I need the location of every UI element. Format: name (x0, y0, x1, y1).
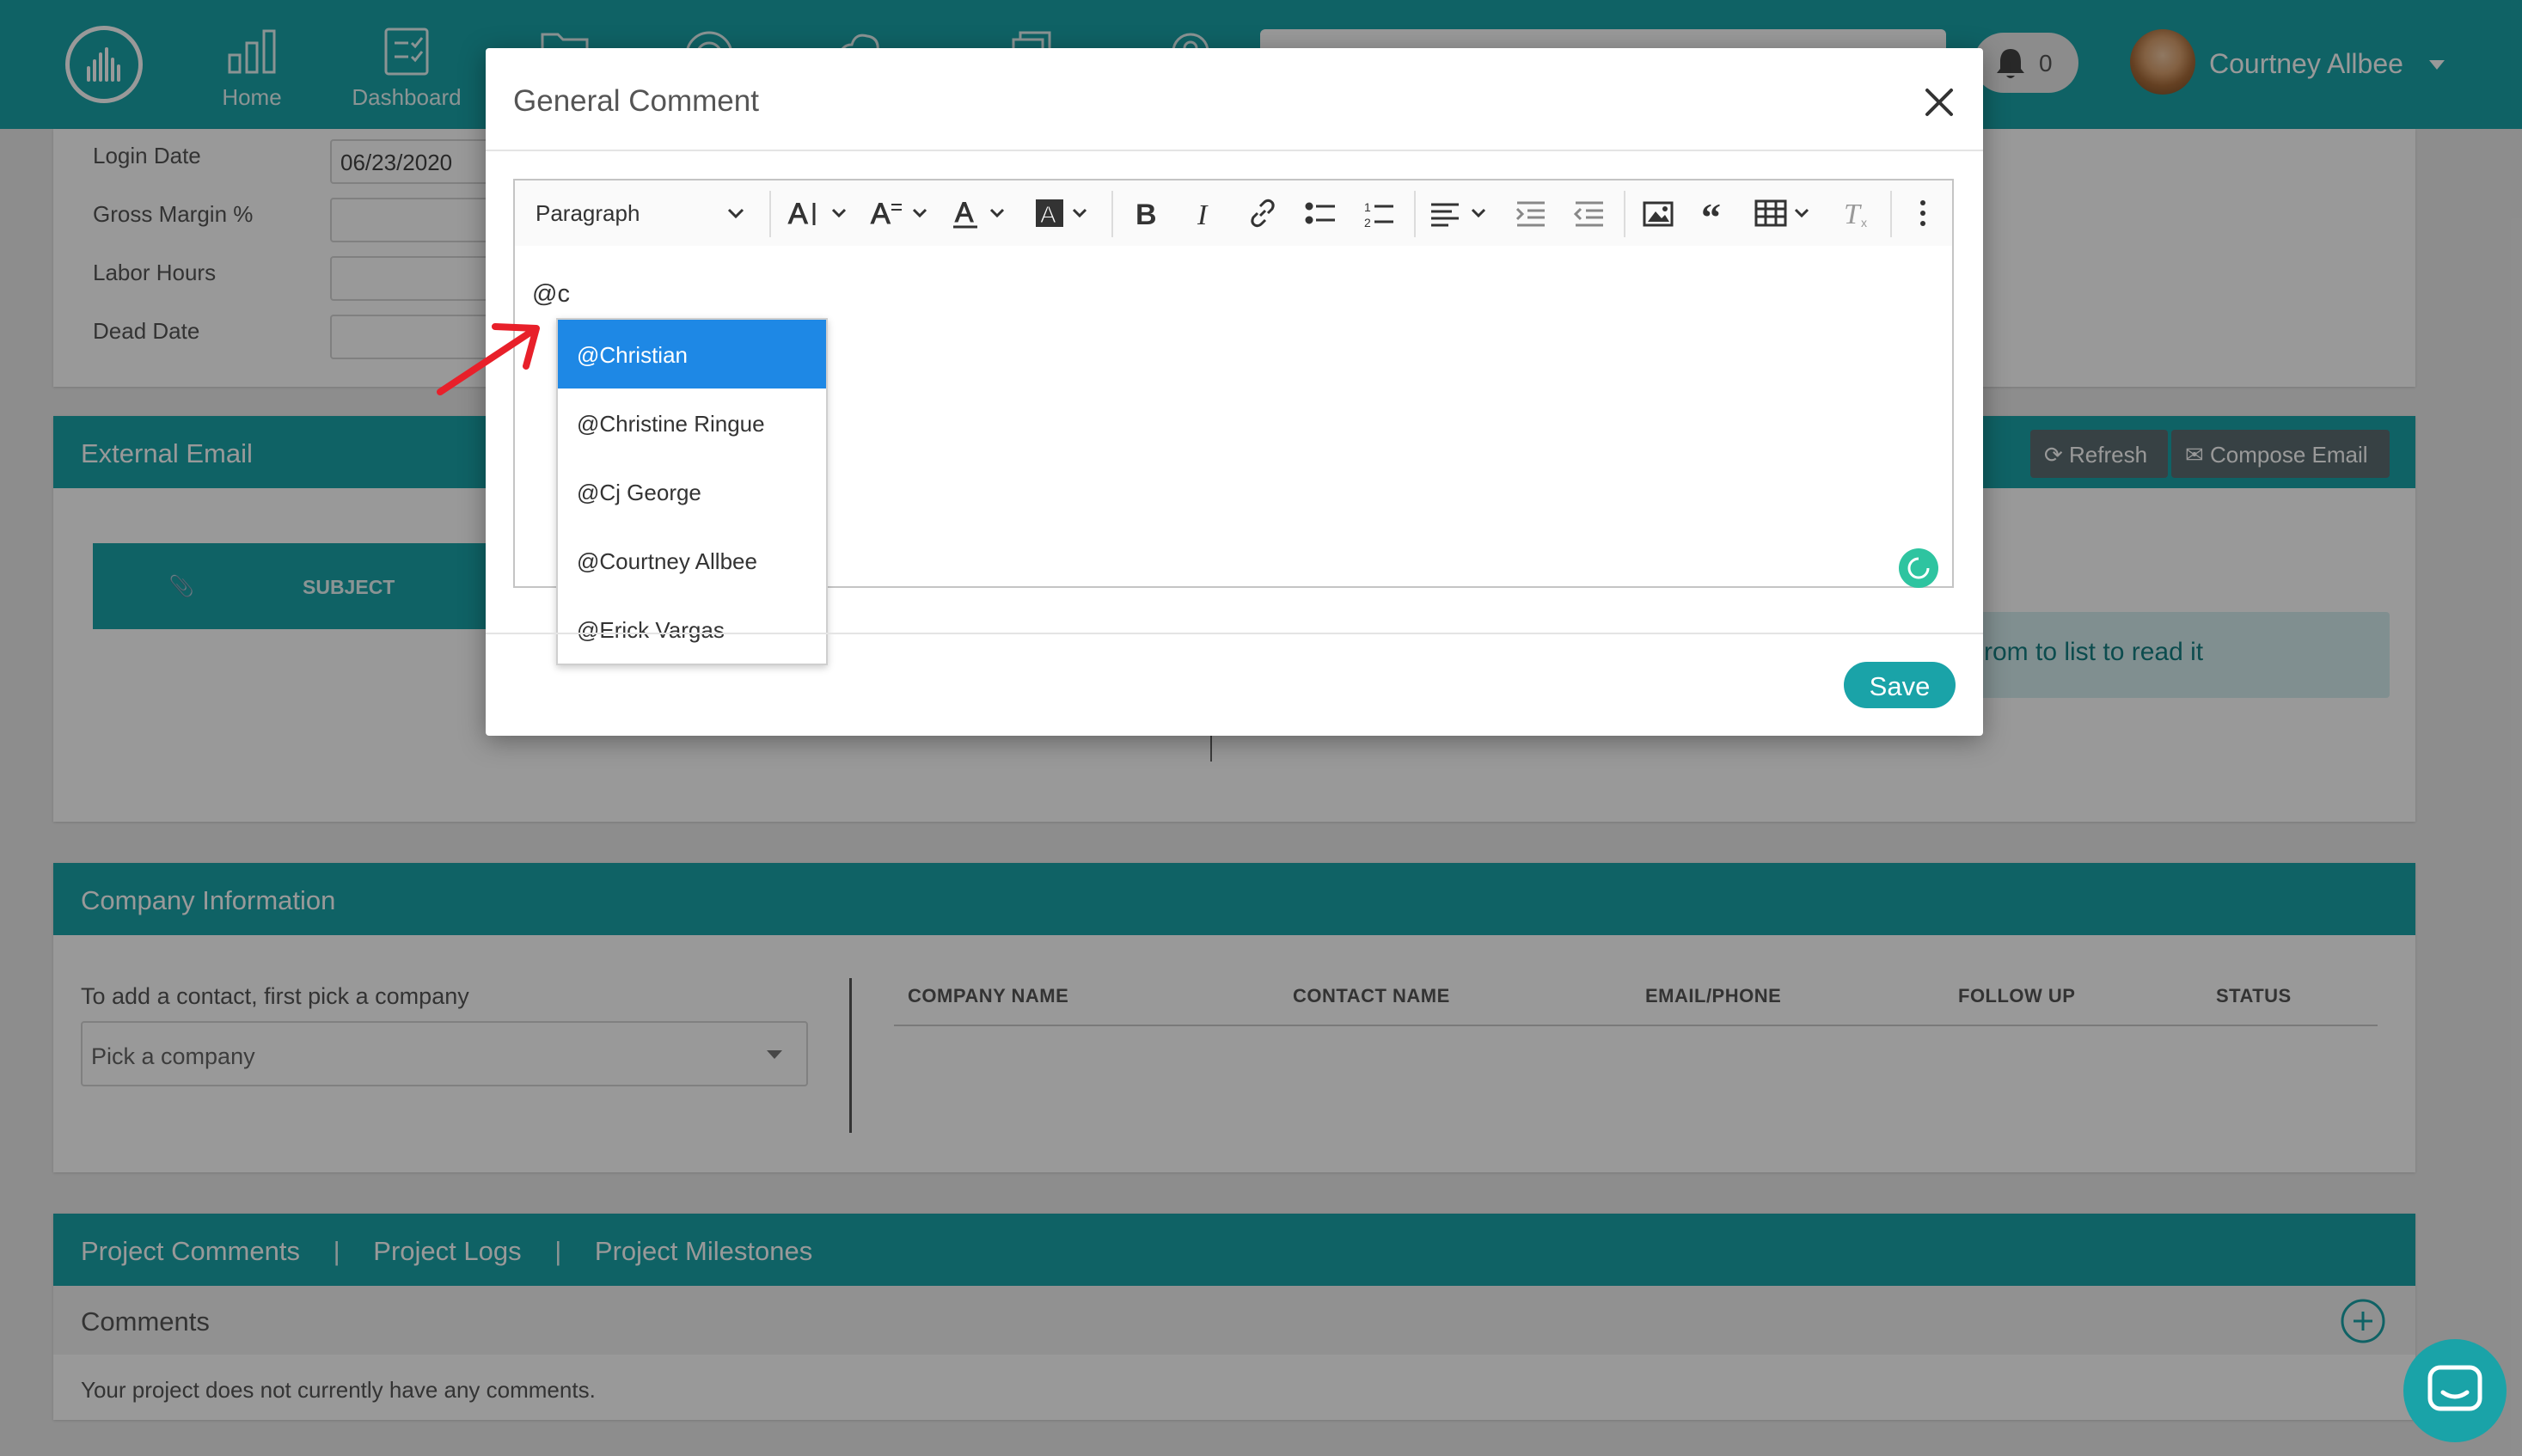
toolbar-separator (1414, 191, 1416, 237)
bullet-list-icon (1305, 202, 1335, 224)
font-family-button[interactable]: A (859, 180, 941, 246)
bold-button[interactable]: B (1117, 180, 1175, 246)
numbered-list-button[interactable]: 12 (1350, 180, 1409, 246)
modal-header-divider (486, 150, 1983, 151)
svg-text:“: “ (1701, 196, 1721, 230)
toolbar-separator (1890, 191, 1892, 237)
editor-content[interactable]: @c (532, 280, 570, 309)
font-color-button[interactable]: A (941, 180, 1024, 246)
clear-formatting-button[interactable]: Tx (1828, 180, 1887, 246)
bullet-list-button[interactable] (1292, 180, 1350, 246)
insert-image-button[interactable] (1629, 180, 1687, 246)
svg-text:x: x (1861, 216, 1867, 229)
mention-option-erick-vargas[interactable]: @Erick Vargas (558, 595, 826, 664)
modal-title: General Comment (513, 84, 759, 118)
grammar-check-icon[interactable] (1899, 548, 1938, 588)
chevron-down-icon (727, 208, 744, 219)
alignment-button[interactable] (1419, 180, 1502, 246)
comment-editor[interactable]: @c @Christian @Christine Ringue @Cj Geor… (513, 246, 1954, 665)
bold-icon: B (1136, 199, 1157, 230)
svg-text:A: A (955, 197, 974, 228)
link-button[interactable] (1233, 180, 1292, 246)
paragraph-style-dropdown[interactable]: Paragraph (515, 180, 764, 246)
svg-text:B: B (1136, 199, 1157, 230)
link-icon (1251, 199, 1275, 228)
chat-widget-button[interactable] (2403, 1339, 2507, 1442)
svg-text:A: A (871, 198, 891, 230)
toolbar-separator (1111, 191, 1113, 237)
svg-text:A: A (788, 198, 808, 230)
mention-option-cj-george[interactable]: @Cj George (558, 457, 826, 526)
close-icon[interactable] (1918, 81, 1961, 124)
indent-button[interactable] (1502, 180, 1560, 246)
more-options-button[interactable] (1895, 180, 1950, 246)
save-button[interactable]: Save (1844, 662, 1956, 708)
toolbar-separator (769, 191, 771, 237)
clear-formatting-icon: Tx (1844, 199, 1867, 230)
background-color-button[interactable]: A (1024, 180, 1106, 246)
mention-option-courtney-allbee[interactable]: @Courtney Allbee (558, 526, 826, 595)
blockquote-button[interactable]: “ (1687, 180, 1746, 246)
image-icon (1643, 201, 1674, 227)
background-color-icon: A (1036, 199, 1087, 229)
insert-table-button[interactable] (1746, 180, 1828, 246)
quote-icon: “ (1701, 196, 1721, 230)
italic-button[interactable]: I (1175, 180, 1233, 246)
align-left-icon (1431, 203, 1486, 227)
vertical-dots-icon (1920, 200, 1925, 226)
svg-text:A: A (1040, 201, 1056, 228)
svg-text:1: 1 (1364, 200, 1371, 214)
chat-icon (2427, 1365, 2482, 1411)
editor-toolbar: Paragraph A A A A B I 12 “ T x (513, 179, 1954, 248)
mention-option-christine-ringue[interactable]: @Christine Ringue (558, 388, 826, 457)
general-comment-modal: General Comment Paragraph A A A A B I 1 … (486, 48, 1983, 736)
annotation-arrow-icon (437, 323, 540, 395)
font-size-icon: A (788, 198, 847, 230)
mention-suggestions-dropdown: @Christian @Christine Ringue @Cj George … (556, 318, 828, 665)
toolbar-separator (1624, 191, 1625, 237)
svg-text:I: I (1197, 199, 1209, 230)
svg-text:2: 2 (1364, 216, 1371, 229)
font-color-icon: A (953, 197, 1005, 229)
paragraph-style-label: Paragraph (536, 199, 640, 226)
italic-icon: I (1197, 199, 1209, 230)
font-size-button[interactable]: A (776, 180, 859, 246)
indent-icon (1515, 201, 1545, 227)
outdent-icon (1573, 201, 1603, 227)
outdent-button[interactable] (1560, 180, 1619, 246)
modal-footer-divider (486, 633, 1983, 634)
font-family-icon: A (871, 198, 927, 230)
table-icon (1754, 199, 1809, 227)
mention-option-christian[interactable]: @Christian (558, 320, 826, 388)
loading-spinner-icon (1907, 557, 1930, 579)
svg-text:T: T (1844, 199, 1862, 230)
numbered-list-icon: 12 (1364, 200, 1393, 229)
